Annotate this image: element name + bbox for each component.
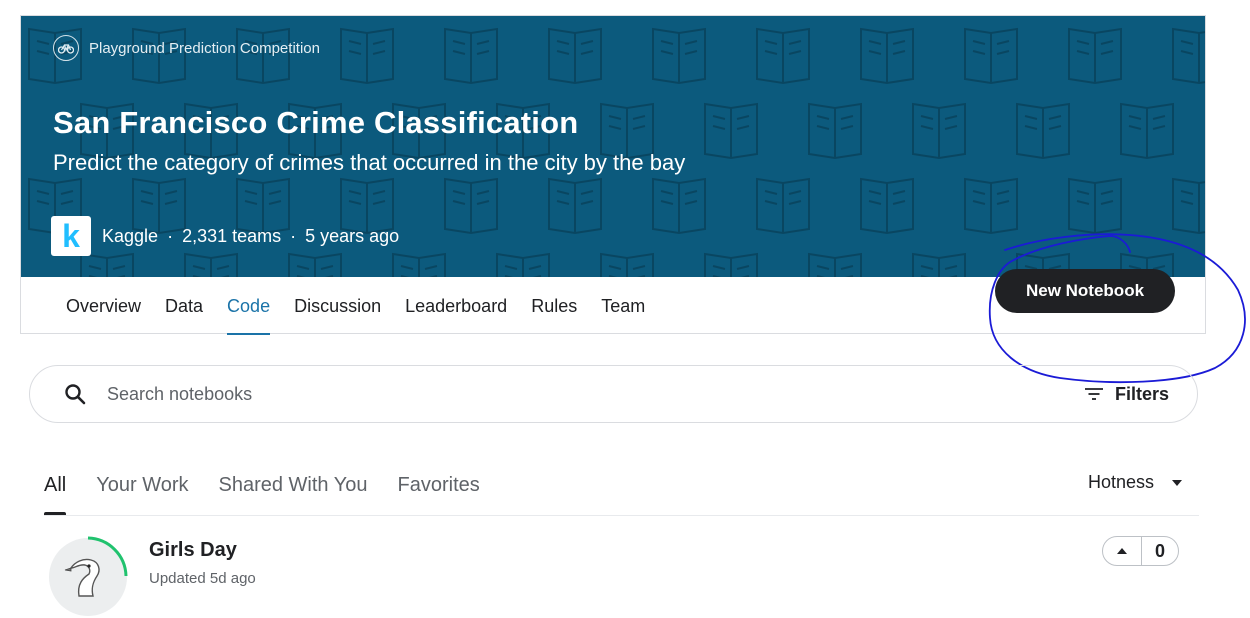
tab-leaderboard[interactable]: Leaderboard (393, 278, 519, 335)
subtab-favorites[interactable]: Favorites (386, 460, 492, 510)
book-icon (808, 102, 862, 160)
competition-nav: Overview Data Code Discussion Leaderboar… (54, 278, 657, 335)
book-icon (548, 27, 602, 85)
filters-button[interactable]: Filters (1084, 366, 1169, 422)
book-icon (964, 177, 1018, 235)
competition-meta: k Kaggle · 2,331 teams · 5 years ago (51, 216, 399, 256)
caret-down-icon (1172, 479, 1183, 486)
competition-subtitle: Predict the category of crimes that occu… (53, 150, 686, 175)
tab-rules[interactable]: Rules (519, 278, 589, 335)
notebook-title[interactable]: Girls Day (149, 539, 237, 562)
notebook-updated: Updated 5d ago (149, 570, 256, 587)
book-icon (652, 27, 706, 85)
book-icon (548, 177, 602, 235)
book-icon (1172, 27, 1205, 85)
search-icon (65, 384, 86, 405)
upvote-icon (1117, 548, 1127, 554)
book-icon (444, 27, 498, 85)
book-icon (704, 102, 758, 160)
divider (44, 515, 1199, 516)
vote-widget: 0 (1102, 536, 1179, 566)
book-icon (860, 27, 914, 85)
sort-label: Hotness (1088, 472, 1155, 492)
filter-icon (1084, 388, 1103, 400)
vote-count: 0 (1154, 540, 1165, 561)
book-icon (184, 252, 238, 277)
book-icon (1120, 102, 1174, 160)
book-icon (340, 27, 394, 85)
notebook-filter-tabs: All Your Work Shared With You Favorites (32, 460, 498, 516)
competition-banner: Playground Prediction Competition San Fr… (21, 16, 1205, 277)
book-icon (704, 252, 758, 277)
competition-type: Playground Prediction Competition (53, 35, 320, 61)
book-icon (1068, 177, 1122, 235)
tab-discussion[interactable]: Discussion (282, 278, 393, 335)
host-name[interactable]: Kaggle (102, 226, 158, 247)
book-icon (652, 177, 706, 235)
book-icon (80, 252, 134, 277)
notebook-search-bar: Filters (29, 365, 1198, 423)
book-icon (756, 27, 810, 85)
host-logo[interactable]: k (51, 216, 91, 256)
book-icon (912, 252, 966, 277)
book-icon (444, 177, 498, 235)
book-icon (392, 252, 446, 277)
separator: · (290, 225, 297, 246)
tab-overview[interactable]: Overview (54, 278, 153, 335)
competition-title: San Francisco Crime Classification (53, 105, 579, 140)
book-icon (600, 252, 654, 277)
competition-type-label: Playground Prediction Competition (89, 39, 320, 57)
search-input[interactable] (105, 382, 1009, 406)
progress-ring (87, 536, 128, 577)
tab-data[interactable]: Data (153, 278, 215, 335)
new-notebook-button[interactable]: New Notebook (995, 269, 1175, 313)
upvote-button[interactable] (1103, 537, 1142, 565)
book-icon (808, 252, 862, 277)
book-icon (860, 177, 914, 235)
book-icon (1068, 27, 1122, 85)
tab-team[interactable]: Team (589, 278, 657, 335)
book-icon (964, 27, 1018, 85)
book-icon (1172, 177, 1205, 235)
bicycle-icon (53, 35, 79, 61)
book-icon (496, 252, 550, 277)
book-icon (756, 177, 810, 235)
teams-count[interactable]: 2,331 teams (182, 226, 281, 247)
book-icon (912, 102, 966, 160)
filters-label: Filters (1114, 383, 1169, 404)
subtab-your-work[interactable]: Your Work (84, 460, 200, 510)
competition-age: 5 years ago (305, 225, 400, 246)
book-icon (1016, 102, 1070, 160)
separator: · (167, 225, 174, 246)
book-icon (288, 252, 342, 277)
subtab-shared-with-you[interactable]: Shared With You (207, 460, 380, 510)
sort-dropdown[interactable]: Hotness (1088, 472, 1183, 493)
tab-code[interactable]: Code (215, 278, 282, 335)
subtab-all[interactable]: All (32, 460, 78, 516)
